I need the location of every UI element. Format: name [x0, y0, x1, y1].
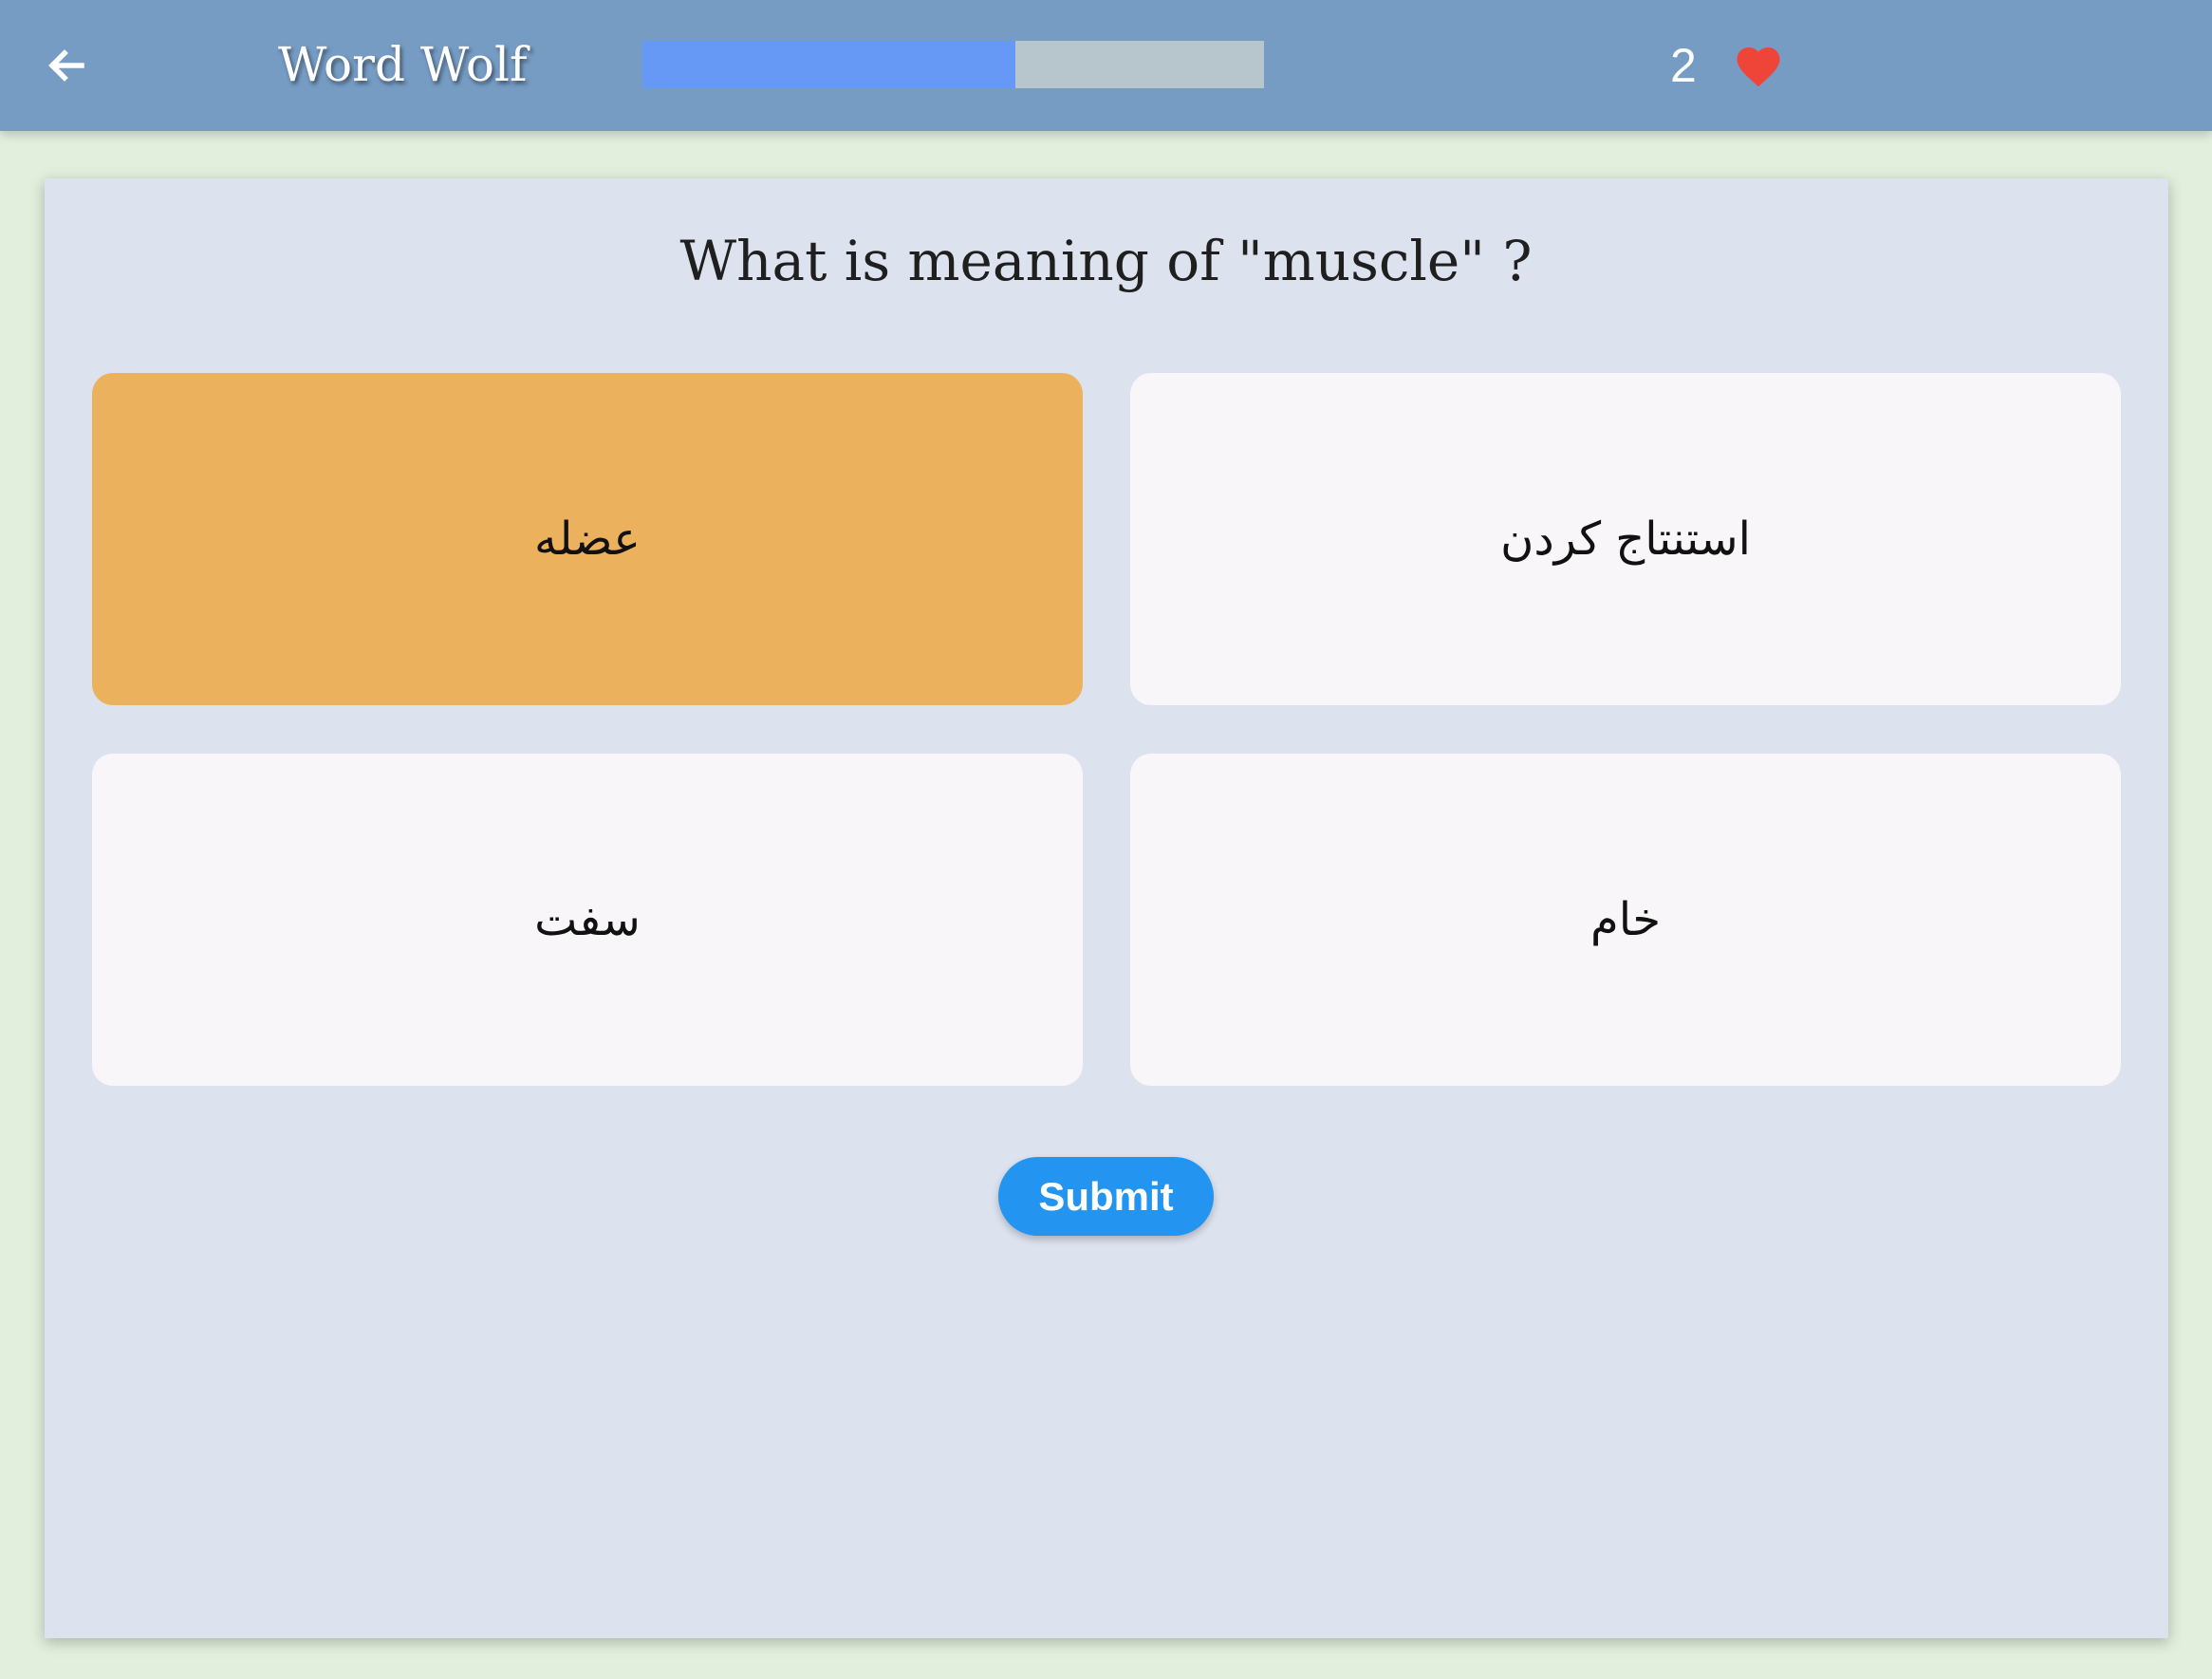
progress-bar	[642, 41, 1264, 88]
option-3[interactable]: خام	[1130, 754, 2121, 1086]
option-label: عضله	[534, 513, 641, 566]
submit-button[interactable]: Submit	[998, 1157, 1214, 1236]
option-label: استنتاج کردن	[1500, 513, 1751, 566]
back-button[interactable]	[28, 28, 104, 103]
app-bar: Word Wolf 2	[0, 0, 2212, 131]
app-title: Word Wolf	[278, 37, 528, 92]
option-0[interactable]: عضله	[92, 373, 1083, 705]
heart-icon	[1737, 47, 1780, 87]
arrow-left-icon	[48, 49, 84, 82]
option-label: خام	[1589, 893, 1661, 946]
option-label: سفت	[534, 893, 641, 946]
lives-count: 2	[1670, 39, 1697, 92]
question-text: What is meaning of "muscle" ?	[679, 229, 1533, 293]
progress-fill	[642, 41, 1015, 88]
option-2[interactable]: سفت	[92, 754, 1083, 1086]
option-1[interactable]: استنتاج کردن	[1130, 373, 2121, 705]
